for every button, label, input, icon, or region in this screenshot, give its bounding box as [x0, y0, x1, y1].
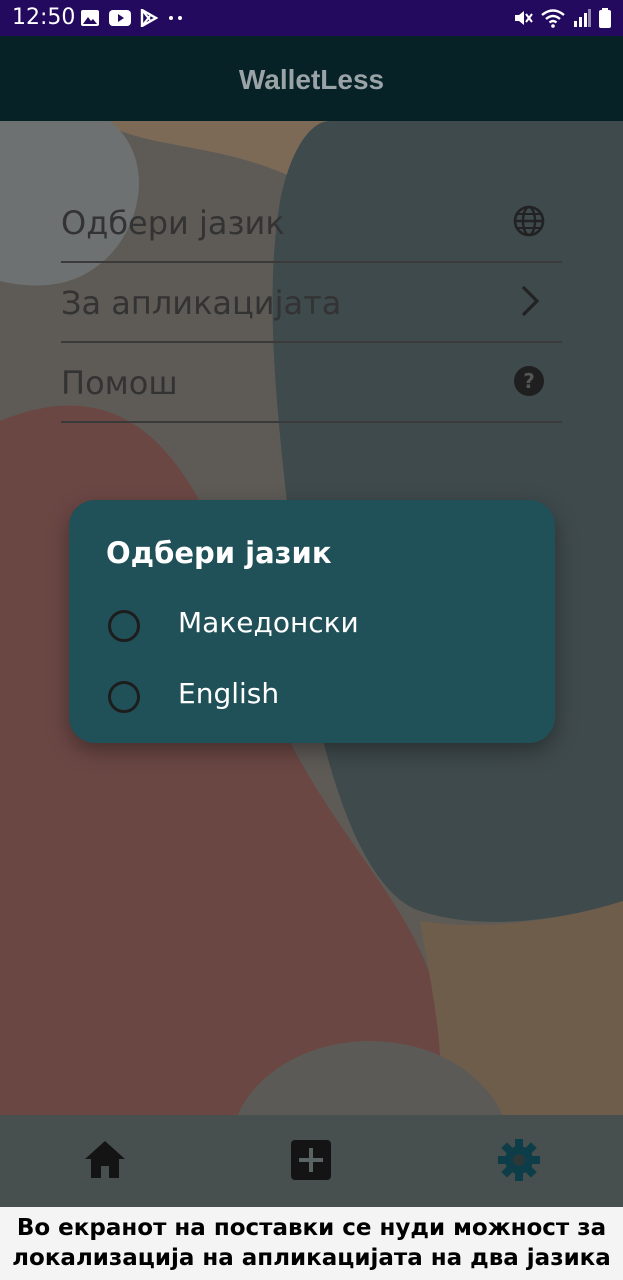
language-option-english[interactable]: English — [106, 669, 526, 725]
nav-add[interactable] — [286, 1135, 336, 1185]
nav-home[interactable] — [80, 1135, 130, 1185]
setting-item-about[interactable]: За апликацијата — [61, 262, 562, 343]
dialog-title: Одбери јазик — [106, 536, 332, 570]
language-dialog: Одбери јазик Македонски English — [69, 500, 555, 743]
status-bar: 12:50 — [0, 0, 623, 36]
setting-label-about: За апликацијата — [61, 284, 342, 322]
language-option-macedonian[interactable]: Македонски — [106, 598, 526, 654]
app-title: WalletLess — [238, 64, 385, 95]
wifi-icon — [541, 9, 565, 28]
setting-label-help: Помош — [61, 364, 178, 402]
screenshot-caption: Во екранот на поставки се нуди можност з… — [0, 1207, 623, 1280]
globe-icon — [513, 205, 545, 237]
battery-icon — [599, 8, 611, 28]
svg-text:?: ? — [523, 369, 535, 393]
signal-icon — [574, 9, 591, 27]
option-label-english: English — [178, 677, 280, 710]
bottom-navigation — [0, 1115, 623, 1207]
setting-item-language[interactable]: Одбери јазик — [61, 182, 562, 263]
image-icon — [81, 10, 99, 26]
option-label-macedonian: Македонски — [178, 606, 359, 639]
radio-button-english[interactable] — [108, 681, 140, 713]
app-bar: WalletLess — [0, 36, 623, 121]
home-icon — [85, 1141, 125, 1178]
play-store-icon — [140, 9, 158, 27]
help-circle-icon: ? — [514, 366, 544, 396]
radio-button-macedonian[interactable] — [108, 610, 140, 642]
settings-gear-icon — [498, 1139, 540, 1181]
status-time: 12:50 — [12, 5, 76, 30]
caption-line-1: Во екранот на поставки се нуди можност з… — [16, 1215, 607, 1241]
mute-icon — [515, 11, 533, 25]
youtube-icon — [109, 10, 131, 26]
caption-line-2: локализација на апликацијата на два јази… — [12, 1245, 611, 1271]
setting-item-help[interactable]: Помош ? — [61, 342, 562, 423]
chevron-right-icon — [521, 285, 540, 317]
nav-settings[interactable] — [494, 1135, 544, 1185]
add-box-icon — [291, 1140, 331, 1180]
more-dots-icon — [169, 16, 182, 20]
setting-label-language: Одбери јазик — [61, 204, 285, 242]
